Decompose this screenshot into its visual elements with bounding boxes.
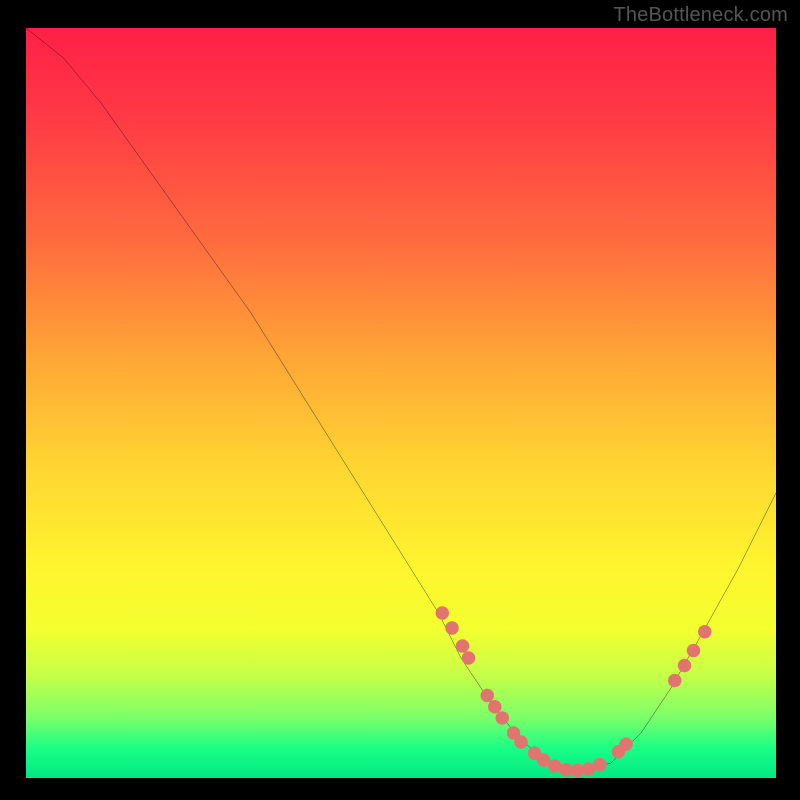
bottleneck-curve-svg bbox=[26, 28, 776, 778]
watermark-text: TheBottleneck.com bbox=[613, 4, 788, 27]
curve-marker bbox=[481, 689, 494, 703]
curve-marker bbox=[445, 621, 459, 635]
chart-frame: TheBottleneck.com bbox=[0, 0, 800, 800]
curve-marker bbox=[456, 639, 470, 653]
curve-marker bbox=[687, 644, 701, 658]
curve-marker bbox=[593, 758, 607, 772]
curve-marker bbox=[514, 735, 528, 749]
curve-marker bbox=[668, 674, 682, 688]
curve-marker bbox=[462, 651, 475, 665]
curve-marker bbox=[698, 625, 712, 639]
plot-area bbox=[26, 28, 776, 778]
curve-markers bbox=[436, 606, 712, 777]
bottleneck-curve-path bbox=[26, 28, 776, 771]
curve-marker bbox=[488, 700, 501, 714]
curve-marker bbox=[436, 606, 449, 620]
curve-marker bbox=[619, 738, 633, 752]
curve-marker bbox=[496, 711, 510, 725]
curve-marker bbox=[678, 659, 692, 673]
